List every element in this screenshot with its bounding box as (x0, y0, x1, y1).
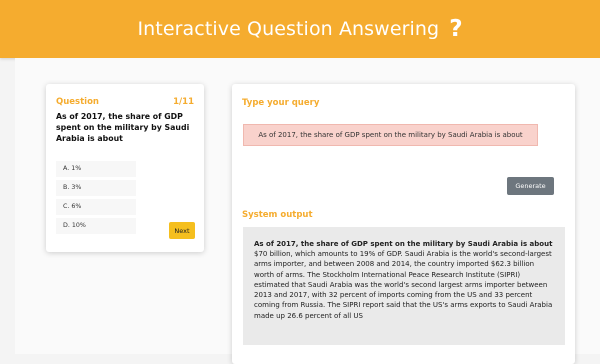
output-prompt-text: As of 2017, the share of GDP spent on th… (254, 240, 553, 248)
question-label: Question (56, 97, 99, 107)
system-output-box: As of 2017, the share of GDP spent on th… (243, 227, 565, 345)
question-text: As of 2017, the share of GDP spent on th… (56, 112, 190, 143)
app-header: Interactive Question Answering ? (0, 0, 600, 58)
answer-options: A. 1% B. 3% C. 6% D. 10% (56, 161, 136, 237)
app-title: Interactive Question Answering (137, 18, 440, 40)
question-progress: 1/11 (173, 97, 194, 107)
next-button[interactable]: Next (169, 222, 195, 239)
option-a[interactable]: A. 1% (56, 161, 136, 177)
help-icon[interactable]: ? (449, 17, 462, 41)
query-title: Type your query (242, 98, 320, 108)
generate-button[interactable]: Generate (507, 177, 554, 195)
question-header: Question 1/11 (56, 97, 194, 109)
output-generated-text: $70 billion, which amounts to 19% of GDP… (254, 250, 553, 320)
option-b[interactable]: B. 3% (56, 180, 136, 196)
option-c[interactable]: C. 6% (56, 199, 136, 215)
system-output-title: System output (242, 210, 313, 220)
query-input[interactable]: As of 2017, the share of GDP spent on th… (243, 124, 538, 146)
option-d[interactable]: D. 10% (56, 218, 136, 234)
question-card: Question 1/11 As of 2017, the share of G… (46, 84, 204, 252)
query-panel: Type your query As of 2017, the share of… (232, 84, 575, 364)
